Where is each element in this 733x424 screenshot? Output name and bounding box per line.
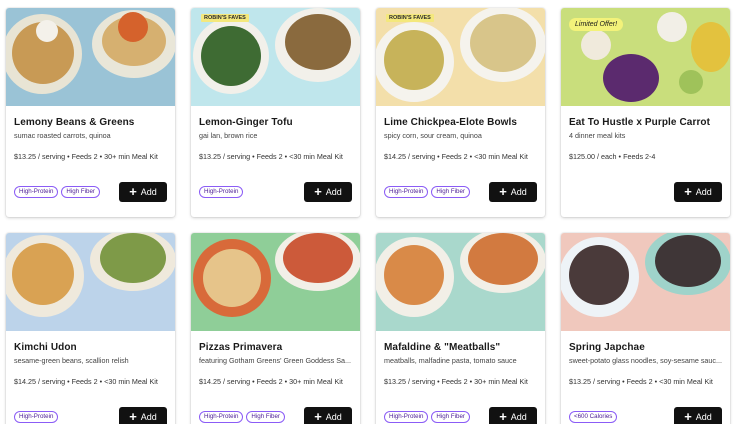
add-button[interactable]: + Add: [119, 407, 167, 424]
add-label: Add: [140, 187, 157, 197]
meal-meta: $13.25 / serving • Feeds 2 • 30+ min Mea…: [14, 152, 158, 161]
meal-card[interactable]: Mafaldine & "Meatballs" meatballs, malfa…: [376, 233, 545, 424]
meal-title[interactable]: Eat To Hustle x Purple Carrot: [569, 117, 722, 128]
add-button[interactable]: + Add: [489, 182, 537, 202]
add-button[interactable]: + Add: [304, 407, 352, 424]
meal-image[interactable]: [6, 8, 175, 106]
tag-list: High-Protein: [14, 411, 59, 423]
meal-card[interactable]: Pizzas Primavera featuring Gotham Greens…: [191, 233, 360, 424]
meal-meta: $13.25 / serving • Feeds 2 • <30 min Mea…: [569, 377, 713, 386]
meal-subtitle: 4 dinner meal kits: [569, 131, 626, 140]
add-button[interactable]: + Add: [489, 407, 537, 424]
meal-kit-grid: Lemony Beans & Greens sumac roasted carr…: [6, 8, 730, 424]
plus-icon: +: [314, 184, 322, 199]
tag-list: High-Protein: [199, 186, 244, 198]
robins-faves-badge: ROBIN'S FAVES: [201, 14, 249, 22]
add-label: Add: [695, 187, 712, 197]
robins-faves-badge: ROBIN'S FAVES: [386, 14, 434, 22]
tag-high-protein: High-Protein: [14, 411, 59, 423]
add-label: Add: [510, 187, 527, 197]
tag-under-600-calories: <600 Calories: [569, 411, 618, 423]
meal-title[interactable]: Spring Japchae: [569, 342, 722, 353]
meal-image[interactable]: ROBIN'S FAVES: [191, 8, 360, 106]
meal-subtitle: sumac roasted carrots, quinoa: [14, 131, 111, 140]
meal-card[interactable]: Lemony Beans & Greens sumac roasted carr…: [6, 8, 175, 217]
add-button[interactable]: + Add: [119, 182, 167, 202]
meal-image[interactable]: [6, 233, 175, 331]
meal-title[interactable]: Lime Chickpea-Elote Bowls: [384, 117, 537, 128]
meal-meta: $14.25 / serving • Feeds 2 • <30 min Mea…: [384, 152, 528, 161]
plus-icon: +: [684, 184, 692, 199]
meal-subtitle: meatballs, malfadine pasta, tomato sauce: [384, 356, 517, 365]
tag-list: High-Protein High Fiber: [199, 411, 285, 423]
add-button[interactable]: + Add: [304, 182, 352, 202]
add-button[interactable]: + Add: [674, 182, 722, 202]
tag-high-fiber: High Fiber: [246, 411, 285, 423]
meal-subtitle: spicy corn, sour cream, quinoa: [384, 131, 482, 140]
meal-meta: $125.00 / each • Feeds 2-4: [569, 152, 656, 161]
meal-title[interactable]: Mafaldine & "Meatballs": [384, 342, 537, 353]
meal-card[interactable]: Limited Offer! Eat To Hustle x Purple Ca…: [561, 8, 730, 217]
meal-image[interactable]: [561, 233, 730, 331]
meal-meta: $14.25 / serving • Feeds 2 • <30 min Mea…: [14, 377, 158, 386]
add-label: Add: [140, 412, 157, 422]
meal-meta: $14.25 / serving • Feeds 2 • 30+ min Mea…: [199, 377, 343, 386]
meal-subtitle: sesame-green beans, scallion relish: [14, 356, 129, 365]
meal-image[interactable]: ROBIN'S FAVES: [376, 8, 545, 106]
add-label: Add: [325, 412, 342, 422]
meal-card[interactable]: Kimchi Udon sesame-green beans, scallion…: [6, 233, 175, 424]
tag-high-fiber: High Fiber: [431, 411, 470, 423]
tag-high-fiber: High Fiber: [431, 186, 470, 198]
plus-icon: +: [499, 409, 507, 424]
meal-card[interactable]: ROBIN'S FAVES Lemon-Ginger Tofu gai lan,…: [191, 8, 360, 217]
tag-high-protein: High-Protein: [199, 411, 244, 423]
tag-list: <600 Calories: [569, 411, 618, 423]
add-label: Add: [325, 187, 342, 197]
meal-card[interactable]: Spring Japchae sweet-potato glass noodle…: [561, 233, 730, 424]
meal-image[interactable]: [376, 233, 545, 331]
meal-subtitle: gai lan, brown rice: [199, 131, 258, 140]
plus-icon: +: [684, 409, 692, 424]
meal-title[interactable]: Lemon-Ginger Tofu: [199, 117, 352, 128]
tag-high-protein: High-Protein: [14, 186, 59, 198]
tag-high-protein: High-Protein: [384, 186, 429, 198]
meal-image[interactable]: Limited Offer!: [561, 8, 730, 106]
meal-image[interactable]: [191, 233, 360, 331]
meal-subtitle: featuring Gotham Greens' Green Goddess S…: [199, 356, 351, 365]
tag-list: High-Protein High Fiber: [384, 411, 470, 423]
tag-high-fiber: High Fiber: [61, 186, 100, 198]
tag-high-protein: High-Protein: [199, 186, 244, 198]
plus-icon: +: [314, 409, 322, 424]
tag-high-protein: High-Protein: [384, 411, 429, 423]
meal-subtitle: sweet-potato glass noodles, soy-sesame s…: [569, 356, 722, 365]
plus-icon: +: [129, 409, 137, 424]
tag-list: High-Protein High Fiber: [14, 186, 100, 198]
add-button[interactable]: + Add: [674, 407, 722, 424]
meal-title[interactable]: Kimchi Udon: [14, 342, 167, 353]
meal-meta: $13.25 / serving • Feeds 2 • 30+ min Mea…: [384, 377, 528, 386]
plus-icon: +: [499, 184, 507, 199]
meal-card[interactable]: ROBIN'S FAVES Lime Chickpea-Elote Bowls …: [376, 8, 545, 217]
plus-icon: +: [129, 184, 137, 199]
add-label: Add: [510, 412, 527, 422]
add-label: Add: [695, 412, 712, 422]
meal-title[interactable]: Pizzas Primavera: [199, 342, 352, 353]
tag-list: High-Protein High Fiber: [384, 186, 470, 198]
meal-title[interactable]: Lemony Beans & Greens: [14, 117, 167, 128]
limited-offer-badge: Limited Offer!: [569, 18, 624, 31]
meal-meta: $13.25 / serving • Feeds 2 • <30 min Mea…: [199, 152, 343, 161]
